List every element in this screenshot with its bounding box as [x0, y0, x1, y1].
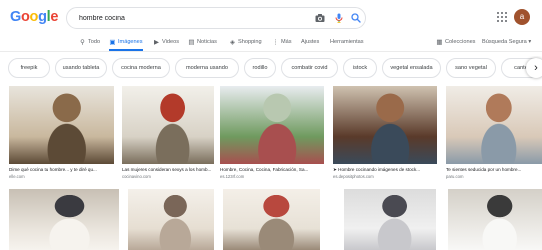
- image-result[interactable]: Las mujeres consideran sexys a los homb.…: [122, 86, 214, 182]
- image-result[interactable]: Hombre, Cocina, Cocina, Fabricación, Sa.…: [220, 86, 324, 182]
- chip[interactable]: moderna usando: [175, 58, 239, 78]
- tab-tools[interactable]: Herramientas: [330, 37, 364, 51]
- chip[interactable]: cocina moderna: [112, 58, 170, 78]
- tab-more[interactable]: ⋮ Más: [272, 37, 292, 51]
- tab-news[interactable]: ▤ Noticias: [188, 37, 217, 51]
- image-result[interactable]: Dime qué cocina tu hombre... y te diré q…: [9, 86, 114, 182]
- chip[interactable]: usando tableta: [55, 58, 107, 78]
- result-thumbnail[interactable]: [9, 86, 114, 164]
- result-source[interactable]: paru.com: [446, 174, 463, 179]
- tab-label: Todo: [88, 39, 101, 45]
- result-caption[interactable]: Te sientes seducida por un hombre...: [446, 167, 542, 173]
- tab-settings[interactable]: Ajustes: [301, 37, 319, 51]
- search-box[interactable]: [66, 7, 366, 29]
- result-thumbnail[interactable]: [9, 189, 119, 250]
- image-result[interactable]: [223, 189, 320, 250]
- more-icon: ⋮: [272, 39, 279, 46]
- chevron-down-icon: ▾: [528, 39, 532, 45]
- result-thumbnail[interactable]: [448, 189, 542, 250]
- logo-letter: o: [29, 9, 39, 25]
- tab-videos[interactable]: ▶ Videos: [153, 37, 179, 51]
- logo-letter: e: [50, 9, 59, 25]
- tab-label: Herramientas: [330, 39, 364, 45]
- image-result[interactable]: Te sientes seducida por un hombre... par…: [446, 86, 542, 182]
- news-icon: ▤: [188, 39, 195, 46]
- image-result[interactable]: ➤ Hombre cocinando imágenes de stock... …: [333, 86, 437, 182]
- image-icon: ▣: [109, 39, 116, 46]
- tab-label: Más: [281, 39, 292, 45]
- image-result[interactable]: [128, 189, 214, 250]
- tab-label: Noticias: [197, 39, 217, 45]
- tab-label: Videos: [162, 39, 180, 45]
- tab-label: Shopping: [238, 39, 262, 45]
- logo-letter: o: [20, 9, 30, 25]
- account-avatar[interactable]: a: [514, 9, 530, 25]
- header-bar: Google a: [0, 0, 542, 34]
- result-thumbnail[interactable]: [223, 189, 320, 250]
- tab-label: Imágenes: [118, 39, 143, 45]
- collections-icon: ▦: [436, 39, 443, 46]
- result-thumbnail[interactable]: [122, 86, 214, 164]
- result-caption[interactable]: Las mujeres consideran sexys a los homb.…: [122, 167, 214, 173]
- result-thumbnail[interactable]: [344, 189, 436, 250]
- chip[interactable]: vegetal ensalada: [382, 58, 441, 78]
- result-thumbnail[interactable]: [220, 86, 324, 164]
- tab-label: Ajustes: [301, 39, 320, 45]
- result-caption[interactable]: Hombre, Cocina, Cocina, Fabricación, Sa.…: [220, 167, 324, 173]
- collections-label: Colecciones: [445, 39, 476, 45]
- video-icon: ▶: [154, 39, 159, 46]
- logo-letter: G: [10, 9, 21, 25]
- google-logo[interactable]: Google: [10, 8, 58, 26]
- chevron-right-icon[interactable]: ›: [526, 58, 542, 78]
- image-result[interactable]: [344, 189, 436, 250]
- result-caption[interactable]: Dime qué cocina tu hombre... y te diré q…: [9, 167, 114, 173]
- result-thumbnail[interactable]: [128, 189, 214, 250]
- related-search-chips: freepik usando tableta cocina moderna mo…: [0, 56, 542, 82]
- logo-letter: g: [38, 9, 47, 25]
- apps-grid-icon[interactable]: [497, 12, 507, 22]
- image-result[interactable]: [9, 189, 119, 250]
- image-result[interactable]: [448, 189, 542, 250]
- chip[interactable]: freepik: [8, 58, 50, 78]
- result-caption[interactable]: ➤ Hombre cocinando imágenes de stock...: [333, 167, 437, 173]
- result-source[interactable]: cocinavino.com: [122, 174, 151, 179]
- tab-images[interactable]: ▣ Imágenes: [109, 37, 143, 51]
- tag-icon: ◈: [230, 39, 235, 46]
- tab-all[interactable]: ⚲ Todo: [79, 37, 100, 51]
- collections-link[interactable]: ▦ Colecciones: [436, 37, 475, 51]
- result-source[interactable]: es.123rf.com: [220, 174, 244, 179]
- result-source[interactable]: elle.com: [9, 174, 25, 179]
- search-icon[interactable]: [350, 12, 362, 24]
- result-thumbnail[interactable]: [333, 86, 437, 164]
- chip[interactable]: combatir covid: [281, 58, 338, 78]
- result-thumbnail[interactable]: [446, 86, 542, 164]
- chip[interactable]: rodillo: [244, 58, 276, 78]
- microphone-icon[interactable]: [333, 12, 345, 24]
- search-input[interactable]: [79, 8, 299, 28]
- chip[interactable]: sano vegetal: [446, 58, 496, 78]
- safe-search-dropdown[interactable]: Búsqueda Segura ▾: [482, 37, 531, 51]
- search-tabs: ⚲ Todo ▣ Imágenes ▶ Videos ▤ Noticias ◈ Shopp…: [0, 34, 542, 52]
- camera-icon[interactable]: [314, 12, 326, 24]
- tab-shopping[interactable]: ◈ Shopping: [229, 37, 262, 51]
- chip[interactable]: istock: [343, 58, 377, 78]
- search-icon: ⚲: [80, 39, 85, 46]
- safe-search-label: Búsqueda Segura: [482, 39, 527, 45]
- result-source[interactable]: es.depositphotos.com: [333, 174, 374, 179]
